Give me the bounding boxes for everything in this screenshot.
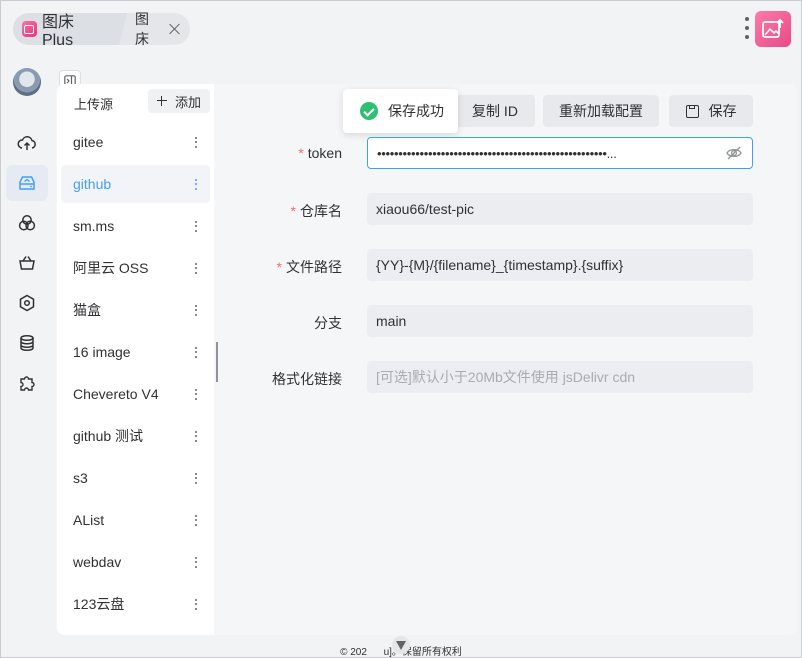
more-vertical-icon[interactable] <box>195 430 198 442</box>
nav-circles[interactable] <box>6 205 48 241</box>
nav-hexagon[interactable] <box>6 285 48 321</box>
close-icon[interactable] <box>169 23 180 35</box>
add-source-button[interactable]: 添加 <box>148 89 210 113</box>
nav-image-host[interactable] <box>6 165 48 201</box>
save-icon <box>685 104 699 118</box>
reload-config-button[interactable]: 重新加载配置 <box>543 95 659 127</box>
tab-tuchuang[interactable]: 图床 <box>127 9 190 49</box>
format-link-placeholder: [可选]默认小于20Mb文件使用 jsDelivr cdn <box>376 369 636 385</box>
format-link-label: 格式化链接 <box>272 371 342 387</box>
app-logo-icon <box>22 21 37 37</box>
more-vertical-icon[interactable] <box>195 388 198 400</box>
circles-icon <box>18 215 36 231</box>
repo-input[interactable]: xiaou66/test-pic <box>367 193 753 225</box>
list-item[interactable]: 阿里云 OSS <box>61 249 210 287</box>
nav-rail <box>0 125 52 405</box>
list-item-label: github 测试 <box>73 428 144 444</box>
branch-value: main <box>376 313 407 329</box>
list-item[interactable]: 123云盘 <box>61 585 210 623</box>
more-vertical-icon[interactable] <box>195 304 198 316</box>
sidebar-title: 上传源 <box>74 97 114 112</box>
nav-plugins[interactable] <box>6 365 48 401</box>
list-item[interactable]: s3 <box>61 459 210 497</box>
upload-source-sidebar: 上传源 添加 gitee github sm.ms 阿里云 OSS 猫盒 16 … <box>57 84 214 635</box>
more-vertical-icon[interactable] <box>195 556 198 568</box>
path-value: {YY}-{M}/{filename}_{timestamp}.{suffix} <box>376 257 624 273</box>
list-item-label: 16 image <box>73 344 131 360</box>
image-host-icon <box>19 176 35 190</box>
list-item[interactable]: webdav <box>61 543 210 581</box>
list-item[interactable]: AList <box>61 501 210 539</box>
resize-handle[interactable] <box>216 342 222 382</box>
list-item-label: 猫盒 <box>73 302 101 318</box>
path-label: * 文件路径 <box>276 259 342 275</box>
more-vertical-icon[interactable] <box>195 598 198 610</box>
success-toast: 保存成功 <box>343 89 458 133</box>
tab-label: 图床 Plus <box>41 14 74 49</box>
list-item[interactable]: sm.ms <box>61 207 210 245</box>
toast-message: 保存成功 <box>388 103 444 119</box>
list-item-label: webdav <box>73 554 122 570</box>
basket-icon <box>19 256 35 270</box>
list-item-label: AList <box>73 512 105 528</box>
tab-label: 图床 <box>135 11 150 47</box>
database-icon <box>20 334 34 352</box>
format-link-input[interactable]: [可选]默认小于20Mb文件使用 jsDelivr cdn <box>367 361 753 393</box>
avatar[interactable] <box>13 68 41 96</box>
nav-database[interactable] <box>6 325 48 361</box>
more-vertical-icon[interactable] <box>195 220 198 232</box>
more-vertical-icon[interactable] <box>195 136 198 148</box>
repo-value: xiaou66/test-pic <box>376 201 475 217</box>
list-item-label: 123云盘 <box>73 596 125 612</box>
list-item-label: s3 <box>73 470 88 486</box>
tab-tuchuang-plus[interactable]: 图床 Plus <box>13 13 128 49</box>
more-vertical-icon[interactable] <box>195 262 198 274</box>
source-list: gitee github sm.ms 阿里云 OSS 猫盒 16 image C… <box>61 123 210 627</box>
more-vertical-icon[interactable] <box>195 472 198 484</box>
branch-label: 分支 <box>314 315 342 331</box>
save-button[interactable]: 保存 <box>669 95 753 127</box>
list-item[interactable]: gitee <box>61 123 210 161</box>
cloud-upload-icon <box>17 136 36 150</box>
list-item-label: Chevereto V4 <box>73 386 159 402</box>
nav-basket[interactable] <box>6 245 48 281</box>
puzzle-icon <box>20 376 35 391</box>
add-source-label: 添加 <box>174 94 201 110</box>
list-item[interactable]: github <box>61 165 210 203</box>
branch-input[interactable]: main <box>367 305 753 337</box>
more-vertical-icon[interactable] <box>195 178 198 190</box>
more-vertical-icon[interactable] <box>195 514 198 526</box>
sidebar-header: 上传源 添加 <box>57 84 214 120</box>
nav-upload[interactable] <box>6 125 48 161</box>
copy-id-label: 复制 ID <box>472 103 518 119</box>
path-input[interactable]: {YY}-{M}/{filename}_{timestamp}.{suffix} <box>367 249 753 281</box>
chevron-down-icon[interactable] <box>392 636 410 654</box>
list-item-label: github <box>73 176 112 192</box>
tab-bar: 图床 Plus 图床 <box>13 11 190 49</box>
token-input[interactable]: ••••••••••••••••••••••••••••••••••••••••… <box>367 137 753 169</box>
hexagon-icon <box>19 294 35 312</box>
copy-id-button[interactable]: 复制 ID <box>455 95 535 127</box>
plus-icon <box>156 96 167 106</box>
check-circle-icon <box>360 102 378 120</box>
list-item[interactable]: 16 image <box>61 333 210 371</box>
token-value: ••••••••••••••••••••••••••••••••••••••••… <box>377 145 617 161</box>
list-item-label: sm.ms <box>73 218 115 234</box>
more-menu-icon[interactable] <box>745 17 749 39</box>
token-label: * token <box>298 145 342 161</box>
repo-label: * 仓库名 <box>290 203 342 219</box>
list-item[interactable]: Chevereto V4 <box>61 375 210 413</box>
eye-off-icon[interactable] <box>725 144 743 162</box>
more-vertical-icon[interactable] <box>195 346 198 358</box>
list-item[interactable]: github 测试 <box>61 417 210 455</box>
list-item[interactable]: 猫盒 <box>61 291 210 329</box>
list-item-label: gitee <box>73 134 104 150</box>
image-upload-icon[interactable] <box>755 11 791 47</box>
list-item-label: 阿里云 OSS <box>73 260 149 276</box>
reload-config-label: 重新加载配置 <box>559 103 643 119</box>
save-label: 保存 <box>708 103 737 119</box>
